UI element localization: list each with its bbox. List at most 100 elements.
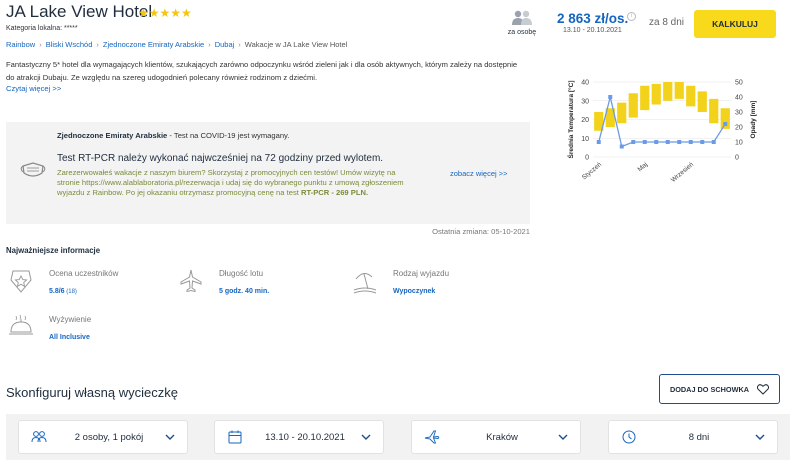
star-rating: ★★★★★: [138, 6, 192, 20]
see-more-link[interactable]: zobacz więcej >>: [450, 169, 508, 178]
dates-value: 13.10 - 20.10.2021: [265, 431, 345, 443]
breadcrumb-link-country[interactable]: Zjednoczone Emiraty Arabskie: [103, 40, 204, 49]
temperature-bar: [663, 82, 673, 101]
precipitation-point: [654, 140, 659, 144]
temperature-bar: [697, 91, 707, 112]
add-to-favorites-button[interactable]: DODAJ DO SCHOWKA: [659, 374, 780, 404]
departure-value: Kraków: [486, 431, 518, 443]
breadcrumb-separator: ›: [238, 40, 241, 49]
chevron-down-icon: [558, 434, 568, 440]
y-tick-left-label: 0: [585, 155, 589, 162]
y-tick-left-label: 30: [581, 98, 589, 105]
price: 2 863 zł/os.: [557, 11, 629, 26]
covid-promo: Zarezerwowałeś wakacje z naszym biurem? …: [57, 168, 407, 198]
breadcrumb: Rainbow › Bliski Wschód › Zjednoczone Em…: [6, 40, 347, 49]
climate-chart-svg: 0 10 20 30 40 0 10 20 30 40 50 Średnia Temperatura …: [566, 80, 757, 184]
climate-chart: 0 10 20 30 40 0 10 20 30 40 50 Średnia Temperatura …: [545, 62, 790, 202]
chevron-down-icon: [755, 434, 765, 440]
hotel-description: Fantastyczny 5* hotel dla wymagających k…: [6, 60, 518, 82]
info-trip-type: Rodzaj wyjazdu Wypoczynek: [352, 268, 482, 308]
star-rating-icon: [10, 270, 32, 293]
trip-duration: za 8 dni: [649, 17, 685, 28]
calendar-icon: [228, 430, 242, 444]
departure-select[interactable]: Kraków: [411, 420, 581, 454]
people-icon: [31, 431, 47, 443]
chevron-down-icon: [165, 434, 175, 440]
heart-icon: [757, 383, 770, 395]
breadcrumb-separator: ›: [39, 40, 42, 49]
temperature-bar: [640, 85, 650, 111]
persons-select[interactable]: 2 osoby, 1 pokój: [18, 420, 188, 454]
precipitation-point: [677, 140, 682, 144]
info-flight-value: 5 godz. 40 min.: [219, 288, 270, 295]
covid-title-rest: - Test na COVID-19 jest wymagany.: [167, 131, 290, 140]
x-tick-label: Styczeń: [581, 161, 604, 181]
info-rating-value: 5.8/6 (18): [49, 288, 77, 295]
trip-dates: 13.10 - 20.10.2021: [563, 27, 622, 34]
y-tick-right-label: 20: [735, 125, 743, 132]
chevron-down-icon: [361, 434, 371, 440]
airplane-icon: [180, 269, 202, 293]
food-icon: [9, 314, 33, 335]
duration-value: 8 dni: [688, 431, 710, 443]
persons-indicator[interactable]: za osobę: [503, 10, 541, 36]
y-axis-left-label: Średnia Temperatura [°C]: [566, 81, 575, 159]
hotel-name: JA Lake View Hotel: [6, 2, 153, 21]
precipitation-point: [665, 140, 670, 144]
breadcrumb-current: Wakacje w JA Lake View Hotel: [244, 40, 348, 49]
covid-title: Zjednoczone Emiraty Arabskie - Test na C…: [57, 131, 289, 140]
breadcrumb-separator: ›: [208, 40, 211, 49]
rating-score: 5.8/6: [49, 288, 65, 295]
y-tick-right-label: 0: [735, 155, 739, 162]
info-trip-type-value: Wypoczynek: [393, 288, 436, 295]
precipitation-point: [631, 140, 636, 144]
precipitation-point: [642, 140, 647, 144]
precipitation-point: [700, 140, 705, 144]
covid-country: Zjednoczone Emiraty Arabskie: [57, 131, 168, 140]
precipitation-point: [688, 140, 693, 144]
precipitation-point: [723, 122, 728, 126]
calculate-button[interactable]: KALKULUJ: [694, 10, 776, 38]
key-info-title: Najważniejsze informacje: [6, 246, 101, 255]
y-axis-right-label: Opady [mm]: [750, 101, 757, 139]
info-rating-label: Ocena uczestników: [49, 269, 119, 278]
breadcrumb-link-city[interactable]: Dubaj: [215, 40, 235, 49]
dates-select[interactable]: 13.10 - 20.10.2021: [214, 420, 384, 454]
y-tick-left-label: 20: [581, 117, 589, 124]
persons-label: za osobę: [507, 29, 537, 36]
temperature-bar: [674, 82, 684, 99]
breadcrumb-separator: ›: [96, 40, 99, 49]
last-change: Ostatnia zmiana: 05-10-2021: [432, 227, 530, 236]
info-rating: Ocena uczestników 5.8/6 (18): [8, 268, 138, 308]
precipitation-point: [596, 140, 601, 144]
x-tick-label: Maj: [637, 161, 650, 173]
covid-requirement: Test RT-PCR należy wykonać najwcześniej …: [57, 153, 384, 164]
info-board: Wyżywienie All Inclusive: [8, 314, 138, 354]
precipitation-point: [619, 144, 624, 149]
y-tick-right-label: 40: [735, 95, 743, 102]
breadcrumb-link-rainbow[interactable]: Rainbow: [6, 40, 35, 49]
temperature-bar: [651, 83, 661, 105]
y-tick-right-label: 50: [735, 80, 743, 87]
y-tick-right-label: 30: [735, 110, 743, 117]
x-tick-label: Wrzesień: [670, 161, 695, 184]
info-flight-label: Długość lotu: [219, 269, 264, 278]
configure-title: Skonfiguruj własną wycieczkę: [6, 385, 178, 400]
mask-icon: [20, 162, 46, 177]
temperature-bar: [628, 93, 638, 118]
info-board-label: Wyżywienie: [49, 315, 92, 324]
precipitation-point: [711, 140, 716, 144]
info-flight: Długość lotu 5 godz. 40 min.: [178, 268, 308, 308]
read-more-link[interactable]: Czytaj więcej >>: [6, 84, 61, 93]
covid-promo-price: RT-PCR - 269 PLN.: [300, 188, 369, 197]
info-trip-type-label: Rodzaj wyjazdu: [393, 269, 450, 278]
rating-count: (18): [64, 289, 77, 295]
breadcrumb-link-region[interactable]: Bliski Wschód: [46, 40, 93, 49]
duration-select[interactable]: 8 dni: [608, 420, 778, 454]
info-icon[interactable]: i: [627, 12, 636, 21]
clock-icon: [622, 430, 636, 444]
temperature-bar: [686, 85, 696, 107]
beach-icon: [353, 273, 377, 294]
local-category: Kategoria lokalna: *****: [6, 25, 78, 32]
persons-value: 2 osoby, 1 pokój: [74, 431, 144, 443]
